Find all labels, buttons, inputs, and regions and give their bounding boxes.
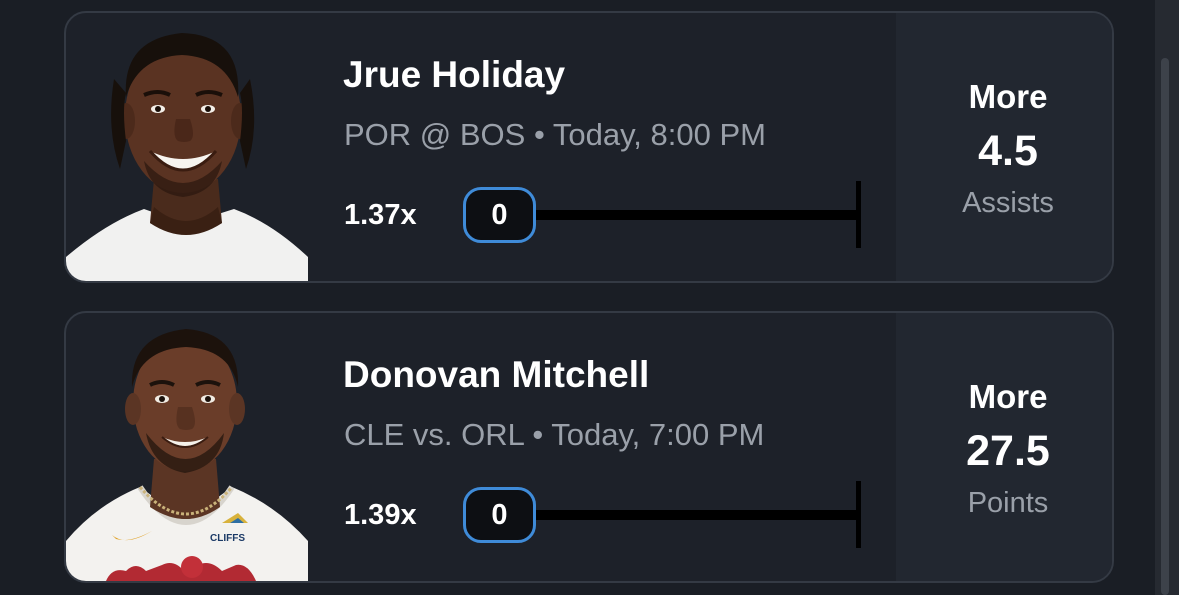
progress-value-pill: 0 — [463, 487, 536, 543]
game-matchup: CLE vs. ORL • Today, 7:00 PM — [344, 417, 765, 452]
pick-direction: More — [968, 78, 1048, 115]
progress-track — [536, 210, 856, 220]
player-headshot: CLIFFS — [66, 329, 308, 581]
prop-card[interactable]: CLIFFS Donovan Mitchell CLE vs. ORL • To… — [64, 311, 1114, 583]
prop-card[interactable]: Jrue Holiday POR @ BOS • Today, 8:00 PM … — [64, 11, 1114, 283]
prop-line: 4.5 — [978, 127, 1038, 175]
stat-type: Assists — [962, 187, 1054, 219]
player-name: Jrue Holiday — [343, 54, 566, 95]
stat-type: Points — [967, 487, 1049, 519]
progress-target-marker — [856, 481, 861, 548]
scrollbar-thumb[interactable] — [1161, 58, 1169, 595]
player-headshot — [66, 33, 308, 281]
progress-target-marker — [856, 181, 861, 248]
game-matchup: POR @ BOS • Today, 8:00 PM — [344, 117, 766, 152]
progress-track — [536, 510, 856, 520]
progress-value-pill: 0 — [463, 187, 536, 243]
pick-direction: More — [968, 378, 1048, 415]
svg-text:CLIFFS: CLIFFS — [210, 533, 245, 544]
player-name: Donovan Mitchell — [343, 354, 650, 395]
payout-multiplier: 1.37x — [344, 199, 417, 231]
payout-multiplier: 1.39x — [344, 499, 417, 531]
prop-line: 27.5 — [966, 427, 1050, 475]
